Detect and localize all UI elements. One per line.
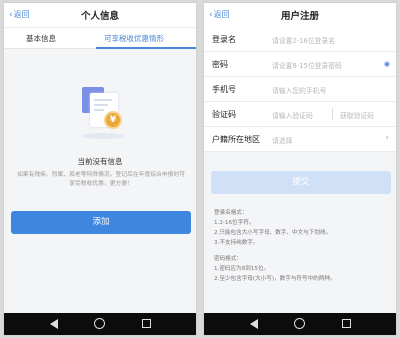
password-label: 密码 (212, 60, 228, 69)
android-nav-bar (4, 313, 196, 335)
verify-code-label: 验证码 (212, 110, 236, 119)
system-recents-icon[interactable] (142, 319, 151, 328)
rule-line: 3.不支持纯数字。 (214, 240, 259, 246)
submit-button[interactable]: 提交 (211, 171, 391, 194)
login-name-row: 登录名 请设置2-16位登录名 (204, 27, 396, 52)
personal-info-screen: ‹返回 个人信息 基本信息 可享税收优惠情形 ¥ 当前没有信息 如果有残疾、烈属… (3, 2, 197, 336)
verify-code-row: 验证码 请输入验证码 获取验证码 (204, 102, 396, 127)
tab-basic-info[interactable]: 基本信息 (26, 33, 56, 44)
get-code-button[interactable]: 获取验证码 (340, 110, 374, 120)
verify-code-input[interactable]: 请输入验证码 (272, 110, 313, 120)
user-registration-screen: ‹返回 用户注册 登录名 请设置2-16位登录名 密码 请设置8-15位登录密码… (203, 2, 397, 336)
chevron-right-icon: › (385, 133, 389, 143)
rule-line: 2.只能包含大小写字母、数字、中文与下划线。 (214, 230, 332, 236)
active-tab-indicator (96, 47, 196, 49)
system-back-icon[interactable] (250, 319, 258, 329)
phone-label: 手机号 (212, 85, 236, 94)
page-title: 用户注册 (280, 11, 319, 22)
empty-state-title: 当前没有信息 (77, 157, 123, 166)
system-recents-icon[interactable] (342, 319, 351, 328)
tab-bar: 基本信息 可享税收优惠情形 (4, 27, 196, 49)
divider (332, 108, 333, 120)
login-name-label: 登录名 (212, 35, 236, 44)
phone-row: 手机号 请输入您的手机号 (204, 77, 396, 102)
eye-icon[interactable]: ◉ (384, 60, 390, 68)
rule-line: 密码格式： (214, 256, 242, 262)
illustration-line (94, 109, 104, 111)
empty-state-illustration: ¥ (76, 85, 128, 143)
rule-line: 登录名格式： (214, 210, 248, 216)
add-button[interactable]: 添加 (11, 211, 191, 234)
nav-bar: ‹返回 用户注册 (204, 3, 396, 27)
region-label: 户籍所在地区 (212, 135, 260, 144)
password-input[interactable]: 请设置8-15位登录密码 (272, 60, 342, 70)
system-back-icon[interactable] (50, 319, 58, 329)
region-select[interactable]: 请选择 (272, 135, 292, 145)
page-title: 个人信息 (80, 11, 119, 22)
yuan-coin-icon: ¥ (104, 111, 122, 129)
phone-input[interactable]: 请输入您的手机号 (272, 85, 326, 95)
login-name-input[interactable]: 请设置2-16位登录名 (272, 35, 335, 45)
system-home-icon[interactable] (94, 318, 105, 329)
illustration-shadow (82, 133, 124, 139)
registration-form: 登录名 请设置2-16位登录名 密码 请设置8-15位登录密码 ◉ 手机号 请输… (204, 27, 396, 152)
password-row: 密码 请设置8-15位登录密码 ◉ (204, 52, 396, 77)
rule-line: 2.至少包含字母(大小写)，数字与符号中的两种。 (214, 276, 336, 282)
empty-state-description: 如果有残疾、烈属、孤老等特殊情况，登记后在年度综合申报时可享受税收优惠，更方便！ (16, 172, 186, 187)
rule-line: 1.2-16位字符。 (214, 220, 255, 226)
region-row[interactable]: 户籍所在地区 请选择 › (204, 127, 396, 152)
illustration-line (94, 99, 112, 101)
tab-tax-benefits[interactable]: 可享税收优惠情形 (104, 33, 164, 44)
illustration-line (94, 104, 108, 106)
rule-line: 1.密码应为8到15位。 (214, 266, 270, 272)
system-home-icon[interactable] (294, 318, 305, 329)
format-rules: 登录名格式： 1.2-16位字符。 2.只能包含大小写字母、数字、中文与下划线。… (214, 208, 392, 284)
nav-bar: ‹返回 个人信息 (4, 3, 196, 27)
screenshot-frame: ‹返回 个人信息 基本信息 可享税收优惠情形 ¥ 当前没有信息 如果有残疾、烈属… (0, 0, 400, 338)
android-nav-bar (204, 313, 396, 335)
